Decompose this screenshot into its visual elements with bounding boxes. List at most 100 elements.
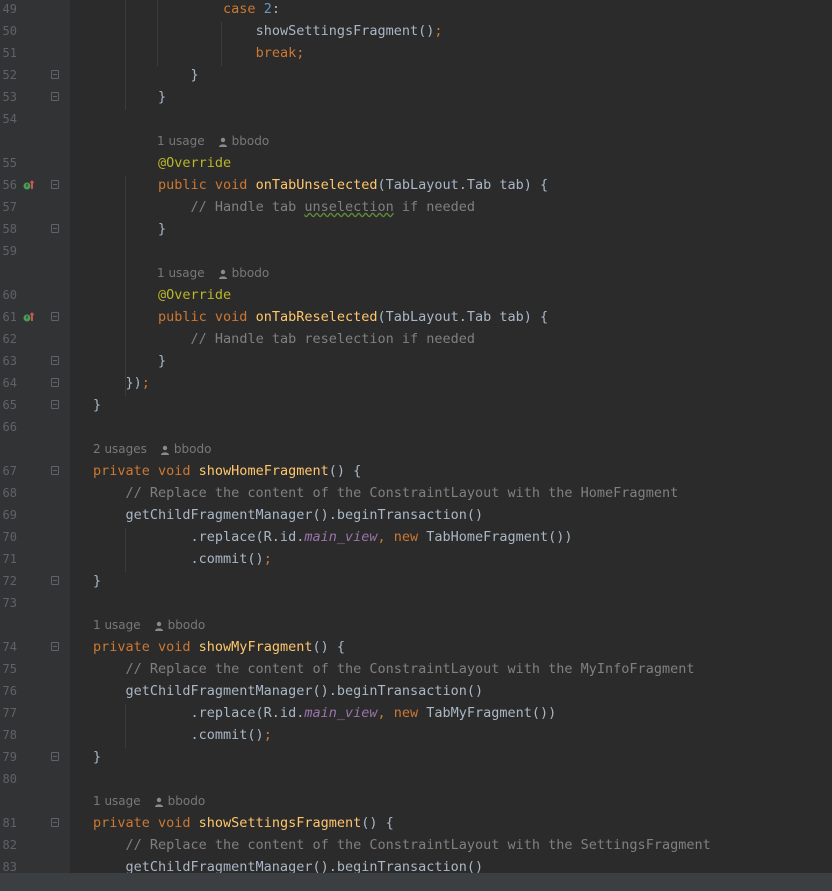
fold-icon[interactable]: [51, 466, 59, 475]
code-line[interactable]: public void onTabUnselected(TabLayout.Ta…: [70, 174, 832, 196]
gutter-row[interactable]: 53: [0, 86, 70, 108]
gutter-row[interactable]: 63: [0, 350, 70, 372]
code-line[interactable]: .commit();: [70, 724, 832, 746]
code-line[interactable]: // Handle tab unselection if needed: [70, 196, 832, 218]
gutter-row[interactable]: 56: [0, 174, 70, 196]
override-method-icon[interactable]: [23, 311, 35, 323]
code-line[interactable]: [70, 768, 832, 790]
fold-icon[interactable]: [51, 400, 59, 409]
fold-icon[interactable]: [51, 642, 59, 651]
code-line[interactable]: }: [70, 394, 832, 416]
code-line[interactable]: }: [70, 218, 832, 240]
gutter-row[interactable]: 81: [0, 812, 70, 834]
code-line[interactable]: // Replace the content of the Constraint…: [70, 482, 832, 504]
code-line[interactable]: getChildFragmentManager().beginTransacti…: [70, 680, 832, 702]
gutter-row[interactable]: 77: [0, 702, 70, 724]
usage-count[interactable]: 1 usage: [93, 618, 141, 632]
gutter-row[interactable]: 74: [0, 636, 70, 658]
code-line[interactable]: @Override: [70, 152, 832, 174]
gutter-row[interactable]: 80: [0, 768, 70, 790]
gutter-row[interactable]: 71: [0, 548, 70, 570]
fold-icon[interactable]: [51, 356, 59, 365]
gutter-row[interactable]: 54: [0, 108, 70, 130]
fold-icon[interactable]: [51, 312, 59, 321]
fold-icon[interactable]: [51, 224, 59, 233]
gutter-row[interactable]: 73: [0, 592, 70, 614]
gutter-row[interactable]: 60: [0, 284, 70, 306]
code-line[interactable]: // Handle tab reselection if needed: [70, 328, 832, 350]
code-line[interactable]: .replace(R.id.main_view, new TabHomeFrag…: [70, 526, 832, 548]
gutter-row[interactable]: 70: [0, 526, 70, 548]
code-line[interactable]: getChildFragmentManager().beginTransacti…: [70, 856, 832, 873]
gutter-row[interactable]: 79: [0, 746, 70, 768]
code-line[interactable]: .commit();: [70, 548, 832, 570]
override-method-icon[interactable]: [23, 179, 35, 191]
usage-hint[interactable]: 1 usage bbodo: [70, 614, 832, 636]
gutter-row[interactable]: 61: [0, 306, 70, 328]
gutter-row[interactable]: 69: [0, 504, 70, 526]
code-line[interactable]: break;: [70, 42, 832, 64]
author-name[interactable]: bbodo: [168, 618, 206, 632]
code-line[interactable]: });: [70, 372, 832, 394]
usage-hint[interactable]: 1 usage bbodo: [70, 130, 832, 152]
gutter-row[interactable]: 68: [0, 482, 70, 504]
usage-count[interactable]: 1 usage: [93, 794, 141, 808]
code-line[interactable]: .replace(R.id.main_view, new TabMyFragme…: [70, 702, 832, 724]
gutter-row[interactable]: 82: [0, 834, 70, 856]
fold-icon[interactable]: [51, 92, 59, 101]
gutter-row[interactable]: 67: [0, 460, 70, 482]
gutter-row[interactable]: 72: [0, 570, 70, 592]
gutter-row[interactable]: 49: [0, 0, 70, 20]
code-line[interactable]: }: [70, 570, 832, 592]
fold-icon[interactable]: [51, 378, 59, 387]
author-name[interactable]: bbodo: [232, 134, 270, 148]
usage-count[interactable]: 2 usages: [93, 442, 147, 456]
gutter-row[interactable]: 76: [0, 680, 70, 702]
author-name[interactable]: bbodo: [174, 442, 212, 456]
gutter-row[interactable]: 59: [0, 240, 70, 262]
gutter-row[interactable]: 51: [0, 42, 70, 64]
gutter-row[interactable]: 52: [0, 64, 70, 86]
code-line[interactable]: }: [70, 350, 832, 372]
gutter-row[interactable]: 50: [0, 20, 70, 42]
code-line[interactable]: }: [70, 64, 832, 86]
code-line[interactable]: [70, 416, 832, 438]
author-name[interactable]: bbodo: [168, 794, 206, 808]
code-editor[interactable]: case 2: showSettingsFragment(); break; }…: [70, 0, 832, 873]
code-line[interactable]: // Replace the content of the Constraint…: [70, 834, 832, 856]
fold-icon[interactable]: [51, 576, 59, 585]
code-line[interactable]: private void showHomeFragment() {: [70, 460, 832, 482]
code-line[interactable]: [70, 592, 832, 614]
gutter-row[interactable]: 78: [0, 724, 70, 746]
usage-hint[interactable]: 1 usage bbodo: [70, 790, 832, 812]
gutter-row[interactable]: 65: [0, 394, 70, 416]
author-name[interactable]: bbodo: [232, 266, 270, 280]
code-line[interactable]: case 2:: [70, 0, 832, 20]
usage-count[interactable]: 1 usage: [157, 134, 205, 148]
usage-count[interactable]: 1 usage: [157, 266, 205, 280]
code-line[interactable]: showSettingsFragment();: [70, 20, 832, 42]
gutter-row[interactable]: 57: [0, 196, 70, 218]
code-line[interactable]: private void showSettingsFragment() {: [70, 812, 832, 834]
code-line[interactable]: public void onTabReselected(TabLayout.Ta…: [70, 306, 832, 328]
code-line[interactable]: private void showMyFragment() {: [70, 636, 832, 658]
gutter-row[interactable]: 58: [0, 218, 70, 240]
usage-hint[interactable]: 1 usage bbodo: [70, 262, 832, 284]
code-line[interactable]: // Replace the content of the Constraint…: [70, 658, 832, 680]
gutter-row[interactable]: 66: [0, 416, 70, 438]
code-line[interactable]: }: [70, 86, 832, 108]
gutter-row[interactable]: 75: [0, 658, 70, 680]
code-line[interactable]: [70, 108, 832, 130]
usage-hint[interactable]: 2 usages bbodo: [70, 438, 832, 460]
horizontal-scrollbar[interactable]: [0, 873, 832, 891]
code-line[interactable]: }: [70, 746, 832, 768]
fold-icon[interactable]: [51, 180, 59, 189]
code-line[interactable]: @Override: [70, 284, 832, 306]
gutter-row[interactable]: 55: [0, 152, 70, 174]
code-line[interactable]: [70, 240, 832, 262]
fold-icon[interactable]: [51, 70, 59, 79]
fold-icon[interactable]: [51, 752, 59, 761]
fold-icon[interactable]: [51, 818, 59, 827]
gutter-row[interactable]: 62: [0, 328, 70, 350]
gutter-row[interactable]: 64: [0, 372, 70, 394]
